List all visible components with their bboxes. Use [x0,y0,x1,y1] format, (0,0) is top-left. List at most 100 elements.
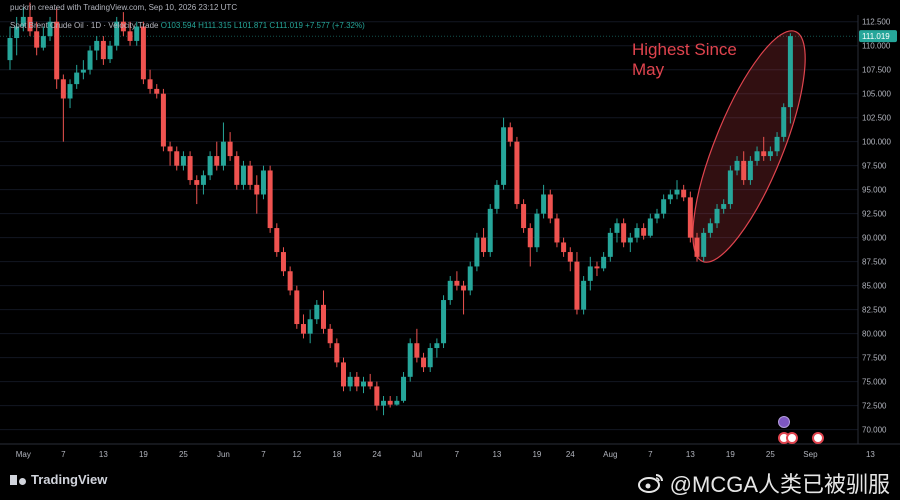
candle-body [240,165,246,185]
candle-body [541,194,547,214]
y-tick-label: 72.500 [862,402,887,411]
candle-body [681,189,687,198]
candle-body [594,266,600,269]
x-tick-label: 7 [648,450,653,459]
y-tick-label: 75.000 [862,378,887,387]
y-tick-label: 85.000 [862,282,887,291]
x-tick-label: 7 [455,450,460,459]
candle-body [774,136,780,152]
candle-body [714,208,720,224]
candle-body [674,189,680,195]
candle-body [767,151,773,157]
y-tick-label: 102.500 [862,114,891,123]
candle-body [140,26,146,80]
y-tick-label: 105.000 [862,90,891,99]
candle-body [787,36,793,108]
candle-body [361,381,367,387]
candle-body [747,160,753,181]
x-tick-label: 19 [139,450,148,459]
candle-body [761,151,767,157]
y-tick-label: 80.000 [862,330,887,339]
candle-body [294,290,300,325]
candle-body [734,160,740,171]
chart-credit: puckrin created with TradingView.com, Se… [10,3,238,12]
y-tick-label: 112.500 [862,18,891,27]
candle-body [434,343,440,349]
candle-body [174,151,180,166]
candle-body [781,107,787,137]
candle-body [67,84,73,99]
candle-body [187,156,193,181]
symbol-title: Spot Brent Crude Oil · 1D · Velocity Tra… [10,21,159,30]
candle-body [547,194,553,219]
candle-body [40,36,46,48]
candle-body [567,252,573,262]
candle-body [687,197,693,238]
x-tick-label: 24 [372,450,381,459]
candle-body [414,343,420,358]
y-tick-label: 110.000 [862,42,891,51]
candle-body [354,376,360,387]
candle-body [54,21,60,80]
candle-body [441,300,447,344]
candle-body [707,223,713,233]
candle-body [160,93,166,147]
x-tick-label: 18 [332,450,341,459]
candle-body [581,280,587,310]
watermark-text: @MCGA人类已被驯服 [669,472,890,497]
candle-body [214,156,220,166]
candle-body [601,256,607,269]
last-price-tag-text: 111.019 [862,32,890,41]
candle-body [447,280,453,301]
x-tick-label: Jul [412,450,422,459]
candle-body [754,151,760,161]
candle-body [7,38,13,61]
candle-body [147,79,153,89]
candle-body [300,324,306,334]
tradingview-logo-text: TradingView [31,472,108,487]
candle-body [200,175,206,185]
x-tick-label: Jun [217,450,230,459]
candle-body [421,357,427,368]
candle-body [167,146,173,152]
candle-body [527,228,533,248]
x-tick-label: Aug [603,450,617,459]
candle-body [227,141,233,157]
candle-body [107,45,113,60]
candle-body [694,237,700,257]
x-tick-label: 19 [532,450,541,459]
y-tick-label: 92.500 [862,210,887,219]
event-flag-icon[interactable] [812,432,824,444]
event-lightning-icon[interactable] [778,416,790,428]
candle-body [501,127,507,185]
candle-body [667,194,673,200]
y-tick-label: 82.500 [862,306,887,315]
candle-body [234,156,240,185]
y-tick-label: 87.500 [862,258,887,267]
ohlc-values: O103.594 H111.315 L101.871 C111.019 +7.5… [160,21,365,30]
x-tick-label: 7 [261,450,266,459]
x-tick-label: 13 [492,450,501,459]
symbol-line: Spot Brent Crude Oil · 1D · Velocity Tra… [10,21,365,30]
candle-body [587,266,593,281]
candle-body [320,304,326,329]
x-tick-label: 24 [566,450,575,459]
watermark: @MCGA人类已被驯服 [637,467,890,499]
x-tick-label: 12 [292,450,301,459]
x-tick-label: 25 [179,450,188,459]
event-flag-icon[interactable] [786,432,798,444]
candle-body [474,237,480,267]
x-tick-label: 13 [686,450,695,459]
candle-body [94,40,100,51]
candle-body [627,237,633,243]
candle-body [561,242,567,253]
candle-body [507,127,513,142]
candle-body [521,204,527,229]
tradingview-logo[interactable]: TradingView [10,472,107,487]
candle-body [614,223,620,233]
candle-body [727,170,733,205]
candle-body [607,232,613,257]
candle-body [341,362,346,387]
candle-body [487,208,493,253]
y-tick-label: 95.000 [862,186,887,195]
